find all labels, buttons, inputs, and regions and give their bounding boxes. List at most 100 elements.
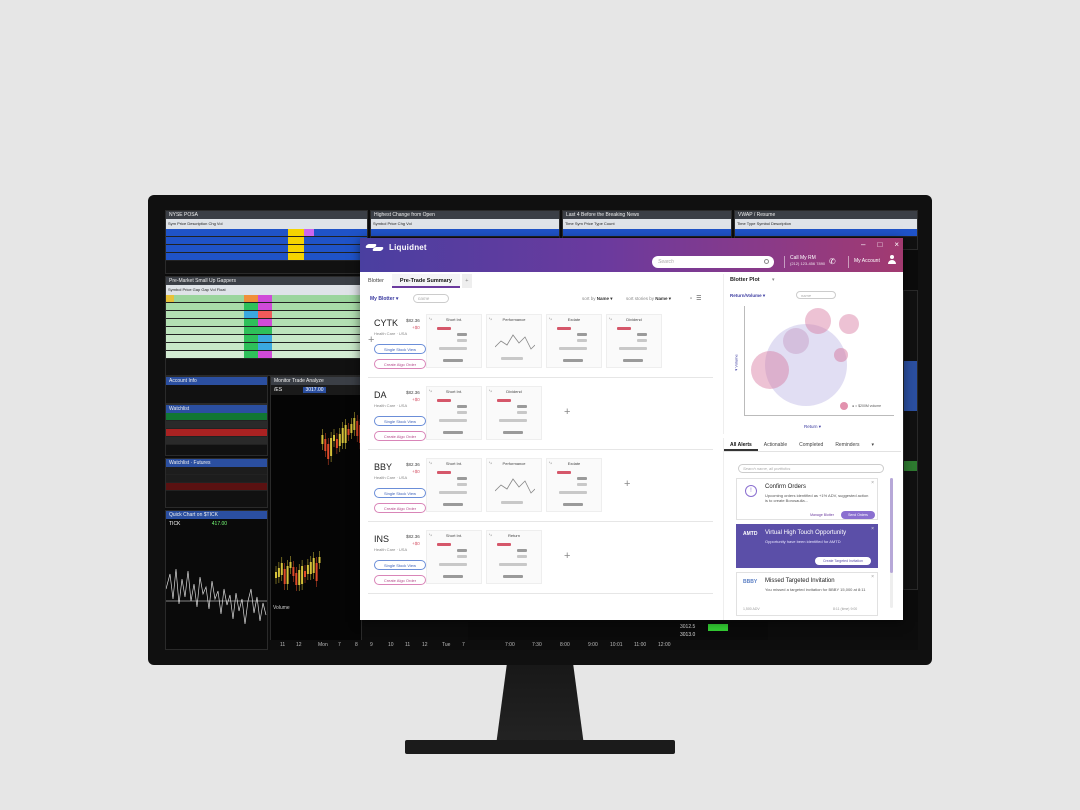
- insight-card[interactable]: ⤷ Dividend: [606, 314, 662, 368]
- card-bar: [557, 471, 571, 474]
- maximize-button[interactable]: □: [877, 240, 882, 249]
- stock-symbol[interactable]: INS: [374, 534, 389, 544]
- single-stock-view-button[interactable]: Single Stock View: [374, 560, 426, 570]
- stock-row: INS $82.36 +$0 Health Care · USA Single Stoc…: [368, 526, 713, 594]
- insight-card[interactable]: ⤷ Performance: [486, 458, 542, 512]
- plot-tab-menu[interactable]: ▾: [772, 277, 775, 283]
- tab-completed[interactable]: Completed: [793, 438, 829, 451]
- send-orders-button[interactable]: Send Orders: [841, 511, 875, 519]
- user-icon[interactable]: [888, 255, 896, 264]
- sort-select[interactable]: sort by Name ▾: [582, 296, 613, 302]
- alerts-menu[interactable]: ▾: [866, 438, 881, 451]
- create-targeted-invitation-button[interactable]: Create Targeted Invitation: [815, 557, 871, 565]
- add-card-button[interactable]: +: [564, 550, 570, 562]
- plot-bubble[interactable]: [751, 351, 789, 389]
- price-label: 3012.5: [680, 624, 696, 630]
- candle: [333, 435, 335, 441]
- stock-meta: Health Care · USA: [374, 475, 408, 480]
- blotter-toolbar: My Blotter ▾ name sort by Name ▾ sort st…: [368, 292, 718, 306]
- tab-analyze[interactable]: Analyze: [306, 378, 324, 384]
- stock-symbol[interactable]: DA: [374, 390, 387, 400]
- create-algo-order-button[interactable]: Create Algo Order: [374, 431, 426, 441]
- plot-bubble[interactable]: [783, 328, 809, 354]
- insight-card[interactable]: ⤷ Short Int.: [426, 458, 482, 512]
- plot-y-label[interactable]: ▾ Volume: [734, 354, 739, 370]
- insight-card[interactable]: ⤷ Dividend: [486, 386, 542, 440]
- single-stock-view-button[interactable]: Single Stock View: [374, 344, 426, 354]
- time-tick: 12: [422, 642, 428, 648]
- plot-bubble[interactable]: [839, 314, 859, 334]
- plot-bubble[interactable]: [834, 348, 848, 362]
- watchlist-futures-panel: Watchlist · Futures: [165, 458, 268, 508]
- add-card-button[interactable]: +: [564, 406, 570, 418]
- card-bar: [457, 411, 467, 414]
- insight-card[interactable]: ⤷ Short Int.: [426, 530, 482, 584]
- tab-monitor[interactable]: Monitor: [274, 378, 291, 384]
- insight-card[interactable]: ⤷ Short Int.: [426, 386, 482, 440]
- tab-trade[interactable]: Trade: [292, 378, 305, 384]
- phone-icon[interactable]: ✆: [829, 257, 836, 266]
- tab-actionable[interactable]: Actionable: [758, 438, 793, 451]
- plot-bubble[interactable]: [805, 308, 831, 334]
- alert-confirm-orders[interactable]: ! Confirm Orders Upcoming orders identif…: [736, 478, 878, 520]
- alert-virtual-high-touch[interactable]: AMTD Virtual High Touch Opportunity Oppo…: [736, 524, 878, 568]
- card-bar: [437, 543, 451, 546]
- candle: [277, 568, 280, 577]
- tab-all-alerts[interactable]: All Alerts: [724, 438, 758, 451]
- card-title: Return: [507, 533, 520, 538]
- minimize-button[interactable]: –: [861, 240, 865, 249]
- alert-missed-invitation[interactable]: BBBY Missed Targeted Invitation You miss…: [736, 572, 878, 616]
- close-button[interactable]: ×: [894, 240, 899, 249]
- blotter-name-input[interactable]: name: [413, 294, 449, 303]
- single-stock-view-button[interactable]: Single Stock View: [374, 416, 426, 426]
- close-icon[interactable]: ×: [871, 574, 874, 580]
- insight-card[interactable]: ⤷ Performance: [486, 314, 542, 368]
- close-icon[interactable]: ×: [871, 480, 874, 486]
- stock-meta: Health Care · USA: [374, 547, 408, 552]
- manage-blotter-button[interactable]: Manage Blotter: [805, 511, 839, 519]
- create-algo-order-button[interactable]: Create Algo Order: [374, 575, 426, 585]
- add-card-button[interactable]: +: [624, 478, 630, 490]
- list-view-icon[interactable]: ☰: [696, 296, 705, 302]
- single-stock-view-button[interactable]: Single Stock View: [374, 488, 426, 498]
- main-tabs: Blotter Pre-Trade Summary +: [360, 274, 472, 288]
- scrollbar-thumb[interactable]: [890, 478, 893, 573]
- search-input[interactable]: Search: [652, 256, 774, 268]
- table-row: [166, 335, 367, 343]
- tab-pre-trade-summary[interactable]: Pre-Trade Summary: [391, 274, 460, 288]
- insight-card[interactable]: ⤷ Exdate: [546, 458, 602, 512]
- plot-bubble[interactable]: [840, 402, 848, 410]
- stock-row: CYTK $82.36 +$0 Health Care · USA Single Sto…: [368, 310, 713, 378]
- search-icon[interactable]: [764, 259, 769, 264]
- close-icon[interactable]: ×: [871, 526, 874, 532]
- blotter-select[interactable]: My Blotter ▾: [370, 296, 398, 302]
- call-rm[interactable]: Call My RM (212) 123-456 7890: [790, 255, 825, 267]
- stock-symbol[interactable]: BBY: [374, 462, 392, 472]
- my-account-link[interactable]: My Account: [854, 258, 880, 264]
- time-tick: 12: [296, 642, 302, 648]
- time-tick: 9:00: [588, 642, 598, 648]
- alerts-search-input[interactable]: Search name, all portfolios: [738, 464, 884, 473]
- plot-axis-select[interactable]: Return/Volume ▾: [730, 293, 765, 299]
- insight-card[interactable]: ⤷ Return: [486, 530, 542, 584]
- alert-title: Confirm Orders: [765, 484, 807, 490]
- panel-title: NYSE POSA: [166, 211, 367, 219]
- add-card-button[interactable]: +: [368, 334, 374, 346]
- stock-symbol[interactable]: CYTK: [374, 318, 398, 328]
- card-bar: [437, 471, 451, 474]
- insight-card[interactable]: ⤷ Short Int.: [426, 314, 482, 368]
- stock-sector: Health Care: [374, 547, 396, 552]
- add-tab-button[interactable]: +: [461, 274, 472, 288]
- tab-blotter[interactable]: Blotter: [360, 274, 392, 288]
- create-algo-order-button[interactable]: Create Algo Order: [374, 503, 426, 513]
- insight-card[interactable]: ⤷ Exdate: [546, 314, 602, 368]
- plot-x-label[interactable]: Return ▾: [804, 424, 821, 430]
- plot-name-input[interactable]: name: [796, 291, 836, 299]
- create-algo-order-button[interactable]: Create Algo Order: [374, 359, 426, 369]
- sort-stories-select[interactable]: sort stories by Name ▾: [626, 296, 671, 302]
- blotter-plot-title[interactable]: Blotter Plot: [730, 277, 760, 283]
- card-bar: [443, 503, 463, 506]
- table-row: [166, 303, 367, 311]
- tab-reminders[interactable]: Reminders: [829, 438, 865, 451]
- card-bar: [637, 333, 647, 336]
